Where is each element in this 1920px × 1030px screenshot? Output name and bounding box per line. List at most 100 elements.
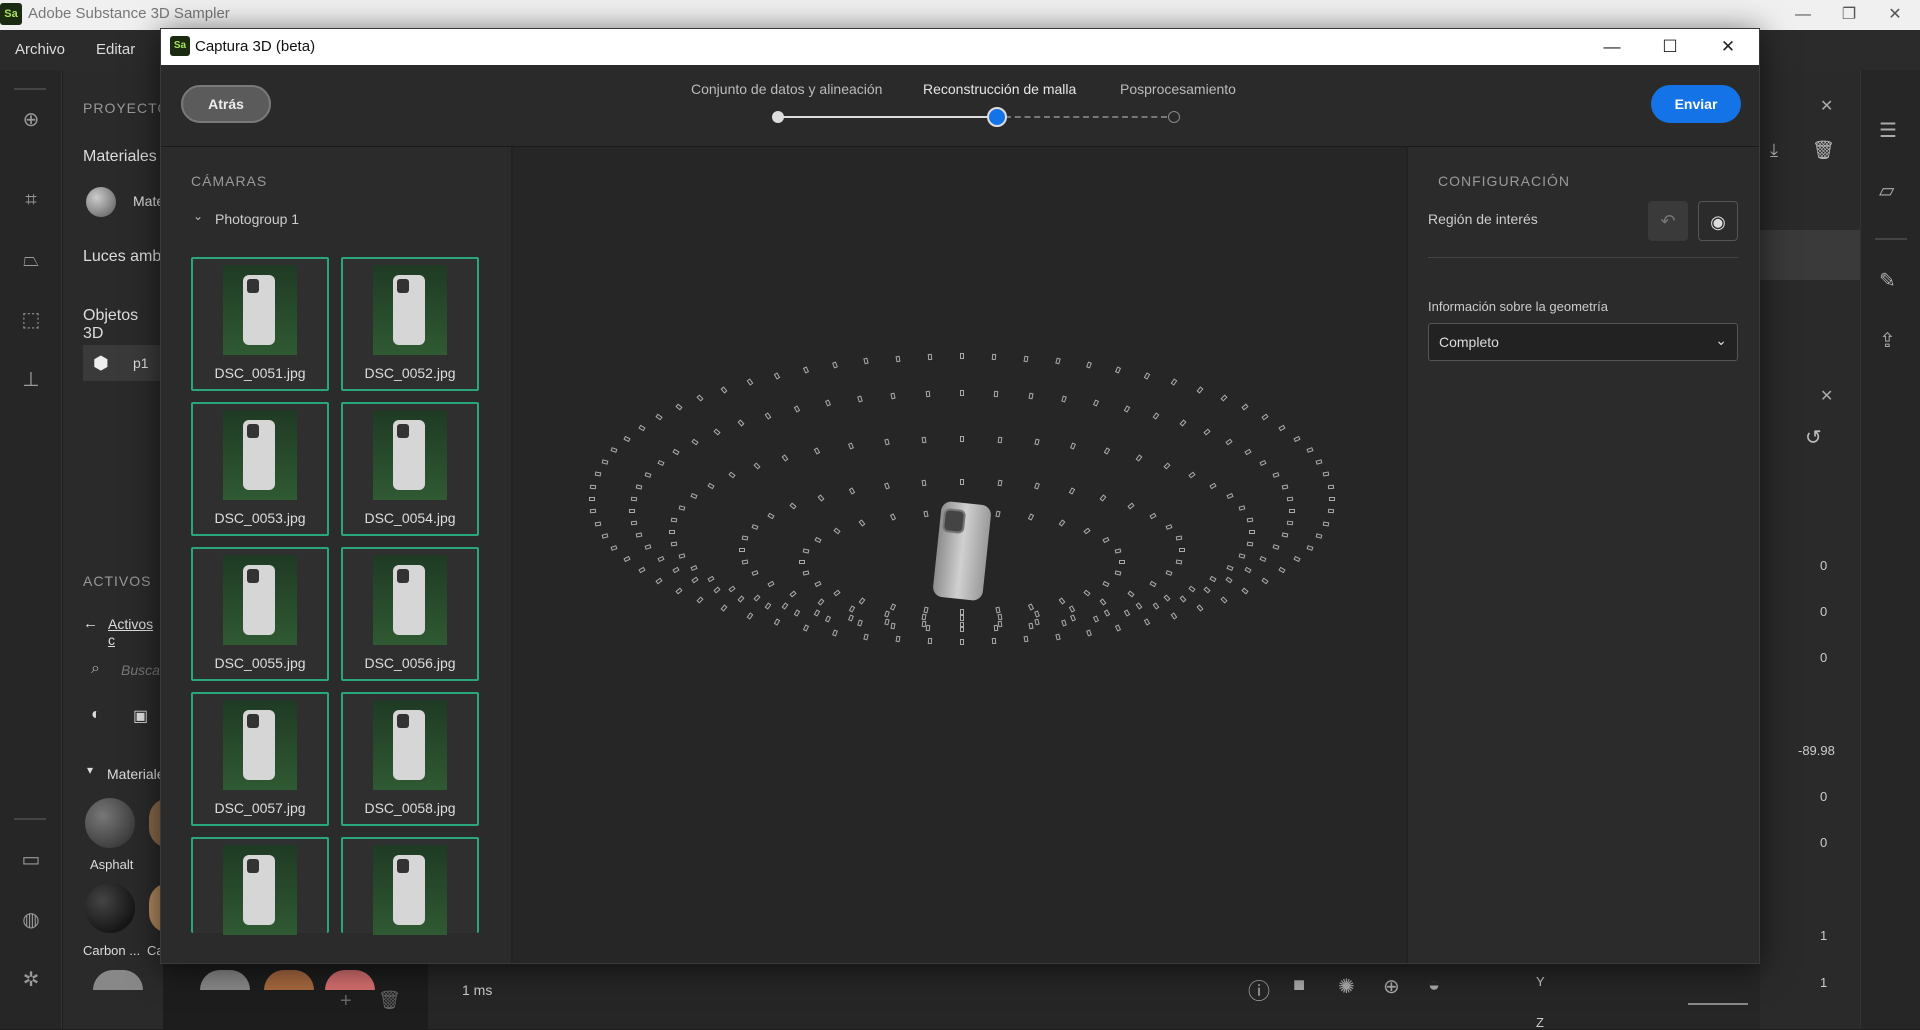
eye-icon[interactable]: ◉ bbox=[1698, 201, 1738, 241]
maximize-icon[interactable]: ☐ bbox=[1641, 29, 1699, 65]
value-field[interactable]: 0 bbox=[1820, 789, 1827, 804]
minimize-icon[interactable]: — bbox=[1780, 0, 1826, 30]
camera-thumb[interactable]: DSC_0052.jpg bbox=[341, 257, 479, 391]
capture-3d-dialog: Sa Captura 3D (beta) — ☐ ✕ Atrás Conjunt… bbox=[160, 28, 1760, 964]
camera-marker bbox=[742, 559, 749, 565]
camera-thumb[interactable]: DSC_0051.jpg bbox=[191, 257, 329, 391]
geometry-select[interactable]: Completo ⌄ bbox=[1428, 323, 1738, 361]
search-input[interactable]: Buscar bbox=[121, 662, 165, 678]
send-button[interactable]: Enviar bbox=[1651, 85, 1741, 123]
camera-marker bbox=[623, 556, 631, 563]
materials-section[interactable]: Materiale bbox=[107, 766, 165, 782]
export-icon[interactable]: ⤓ bbox=[1770, 140, 1778, 161]
camera-thumb[interactable]: DSC_0054.jpg bbox=[341, 402, 479, 536]
carbon-swatch[interactable] bbox=[85, 883, 135, 933]
globe-icon[interactable]: ⊕ bbox=[1383, 974, 1400, 999]
step-dot-active[interactable] bbox=[987, 107, 1007, 127]
camera-thumb[interactable] bbox=[341, 837, 479, 935]
project-panel: PROYECTO Materiales Mate Luces amb Objet… bbox=[63, 70, 169, 1029]
step-dataset[interactable]: Conjunto de datos y alineación bbox=[691, 81, 882, 97]
camera-icon[interactable]: ■ bbox=[1293, 974, 1305, 997]
trash-icon[interactable]: 🗑 bbox=[1812, 140, 1835, 161]
share-icon[interactable]: ⇪ bbox=[1879, 328, 1896, 353]
selected-row[interactable] bbox=[1760, 230, 1860, 280]
close-icon[interactable]: ✕ bbox=[1872, 0, 1918, 30]
swatch-partial[interactable] bbox=[93, 970, 143, 990]
camera-thumb[interactable]: DSC_0057.jpg bbox=[191, 692, 329, 826]
stamp-icon[interactable]: ⊥ bbox=[16, 365, 46, 395]
camera-marker bbox=[927, 353, 933, 361]
assets-link[interactable]: Activos c bbox=[108, 616, 163, 648]
info-icon[interactable]: ⓘ bbox=[1248, 974, 1270, 1006]
step-postprocessing[interactable]: Posprocesamiento bbox=[1120, 81, 1236, 97]
3d-viewport[interactable] bbox=[513, 147, 1406, 963]
thumb-image bbox=[373, 845, 447, 935]
camera-thumb[interactable] bbox=[191, 837, 329, 935]
chevron-down-icon[interactable]: ▾ bbox=[87, 763, 93, 777]
swatch-partial[interactable] bbox=[264, 970, 314, 990]
camera-marker bbox=[594, 471, 601, 477]
camera-thumb[interactable]: DSC_0053.jpg bbox=[191, 402, 329, 536]
step-dot-pending[interactable] bbox=[1168, 111, 1180, 123]
close-icon[interactable]: ✕ bbox=[1699, 29, 1757, 65]
materials-heading[interactable]: Materiales bbox=[83, 148, 157, 166]
camera-marker bbox=[590, 509, 597, 514]
camera-marker bbox=[1114, 570, 1122, 576]
value-field[interactable]: 0 bbox=[1820, 604, 1827, 619]
crop-icon[interactable]: ⌗ bbox=[16, 185, 46, 215]
materials-filter-icon[interactable]: ◐ bbox=[91, 706, 101, 724]
restore-icon[interactable]: ❐ bbox=[1826, 0, 1872, 30]
undo-icon[interactable]: ↶ bbox=[1648, 201, 1688, 241]
image-filter-icon[interactable]: ▣ bbox=[133, 706, 148, 726]
back-arrow-icon[interactable]: ← bbox=[83, 615, 98, 632]
sliders-icon[interactable]: ☰ bbox=[1879, 118, 1897, 143]
chevron-down-icon[interactable]: ⌄ bbox=[193, 209, 203, 223]
object-item[interactable]: p1 bbox=[133, 355, 149, 371]
env-lights-heading[interactable]: Luces amb bbox=[83, 248, 161, 266]
minimize-icon[interactable]: — bbox=[1583, 29, 1641, 65]
swatch-partial[interactable] bbox=[200, 970, 250, 990]
camera-marker bbox=[1261, 577, 1269, 585]
step-dot-done[interactable] bbox=[772, 111, 784, 123]
edit-icon[interactable]: ✎ bbox=[1879, 268, 1896, 293]
objects-heading[interactable]: Objetos 3D bbox=[83, 307, 163, 343]
perspective-icon[interactable]: ⏢ bbox=[16, 245, 46, 275]
value-field[interactable]: 0 bbox=[1820, 558, 1827, 573]
reset-icon[interactable]: ↺ bbox=[1805, 425, 1822, 450]
menu-archivo[interactable]: Archivo bbox=[15, 41, 65, 58]
menu-editar[interactable]: Editar bbox=[96, 41, 135, 58]
back-button[interactable]: Atrás bbox=[181, 85, 271, 123]
close-icon[interactable]: ✕ bbox=[1820, 96, 1833, 116]
value-field[interactable]: 0 bbox=[1820, 835, 1827, 850]
display-settings-icon[interactable]: ▭ bbox=[16, 845, 46, 875]
camera-thumb[interactable]: DSC_0058.jpg bbox=[341, 692, 479, 826]
add-icon[interactable]: + bbox=[340, 990, 352, 1013]
swatch-partial[interactable] bbox=[325, 970, 375, 990]
camera-marker bbox=[798, 559, 806, 565]
camera-thumb[interactable]: DSC_0056.jpg bbox=[341, 547, 479, 681]
camera-marker bbox=[1272, 544, 1280, 551]
camera-marker bbox=[1103, 447, 1111, 456]
asphalt-swatch[interactable] bbox=[85, 798, 135, 848]
lighting-icon[interactable]: ✺ bbox=[1338, 974, 1355, 999]
camera-marker bbox=[720, 604, 728, 612]
close-icon[interactable]: ✕ bbox=[1820, 386, 1833, 406]
camera-marker bbox=[858, 519, 866, 527]
palette-settings-icon[interactable]: ◍ bbox=[16, 905, 46, 935]
nodes-icon[interactable]: ✲ bbox=[16, 965, 46, 995]
camera-marker bbox=[623, 435, 631, 442]
step-mesh-reconstruction[interactable]: Reconstrucción de malla bbox=[923, 81, 1076, 97]
value-field[interactable]: -89.98 bbox=[1798, 743, 1835, 758]
add-icon[interactable]: ⊕ bbox=[16, 105, 46, 135]
transform-icon[interactable]: ⬚ bbox=[16, 305, 46, 335]
photogroup-label[interactable]: Photogroup 1 bbox=[215, 211, 299, 227]
camera-thumb[interactable]: DSC_0055.jpg bbox=[191, 547, 329, 681]
value-field[interactable]: 0 bbox=[1820, 650, 1827, 665]
camera-marker bbox=[1163, 594, 1171, 602]
y-slider[interactable] bbox=[1688, 1003, 1748, 1005]
environment-icon[interactable]: ◒ bbox=[1428, 974, 1440, 997]
trash-icon[interactable]: 🗑 bbox=[378, 990, 401, 1011]
value-field[interactable]: 1 bbox=[1820, 975, 1827, 990]
value-field[interactable]: 1 bbox=[1820, 928, 1827, 943]
ruler-icon[interactable]: ▱ bbox=[1879, 178, 1894, 203]
